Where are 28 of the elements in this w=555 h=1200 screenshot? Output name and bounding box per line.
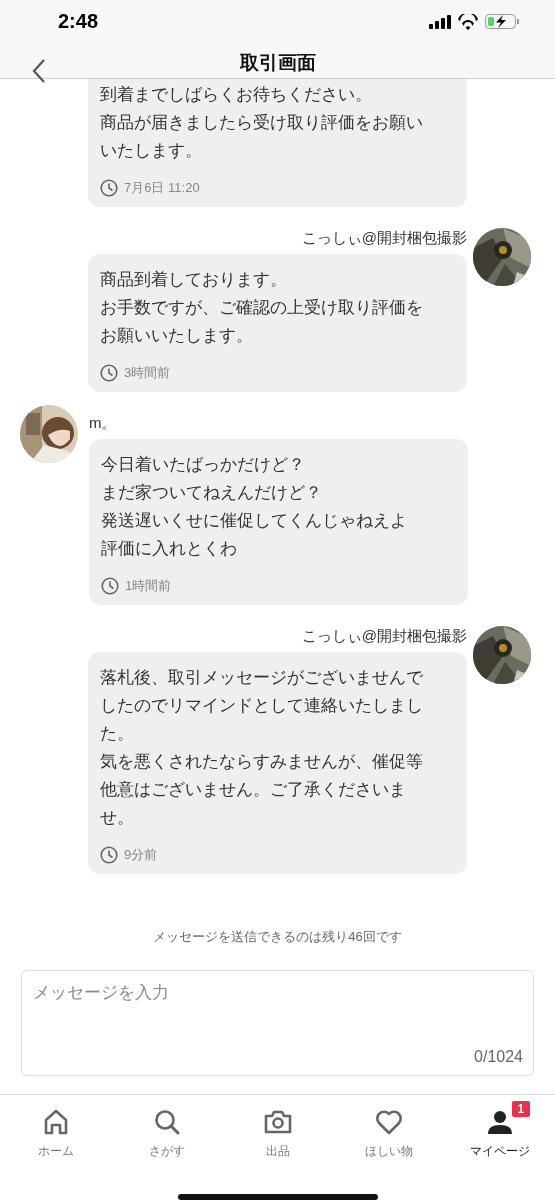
- clock-icon: [100, 846, 118, 864]
- battery-charging-icon: [485, 14, 519, 30]
- message-text: 到着までしばらくお待ちください。 商品が届きましたら受け取り評価をお願い いたします。: [100, 84, 424, 162]
- tab-item[interactable]: ホーム: [37, 1107, 74, 1160]
- sender-name: こっしぃ@開封梱包撮影: [301, 229, 467, 248]
- clock-time: 2:48: [58, 10, 99, 34]
- screen-title: 取引画面: [239, 50, 316, 75]
- sender-name: m。: [89, 414, 118, 433]
- clock-icon: [101, 577, 119, 595]
- message-time: 1時間前: [125, 577, 172, 595]
- sender-name: こっしぃ@開封梱包撮影: [301, 627, 467, 646]
- message-text: 落札後、取引メッセージがございませんで したのでリマインドとして連絡いたしまし た。 気を悪くされたならすみませんが、催促等 他意はございません。ご了承くださいま せ。: [100, 667, 424, 829]
- message-time: 9分前: [124, 846, 158, 864]
- tab-item[interactable]: さがす: [148, 1107, 185, 1160]
- message-time: 3時間前: [124, 364, 171, 382]
- heart-icon: [373, 1107, 404, 1137]
- message-text: 商品到着しております。 お手数ですが、ご確認の上受け取り評価を お願いいたします。: [100, 269, 424, 347]
- message-text: 今日着いたばっかだけど？ まだ家ついてねえんだけど？ 発送遅いくせに催促してくんじゃねえよ 評価に入れとくわ: [101, 454, 408, 560]
- tab-item[interactable]: 出品: [262, 1107, 293, 1160]
- clock-icon: [100, 179, 118, 197]
- remaining-messages-notice: メッセージを送信できるのは残り46回です: [152, 928, 403, 946]
- clock-icon: [100, 364, 118, 382]
- notification-badge: 1: [511, 1101, 531, 1117]
- character-counter: 0/1024: [474, 1048, 523, 1066]
- signal-icon: [429, 14, 451, 30]
- message-time: 7月6日 11:20: [124, 179, 200, 197]
- tab-item[interactable]: ほしい物: [364, 1107, 413, 1160]
- wifi-icon: [457, 13, 479, 30]
